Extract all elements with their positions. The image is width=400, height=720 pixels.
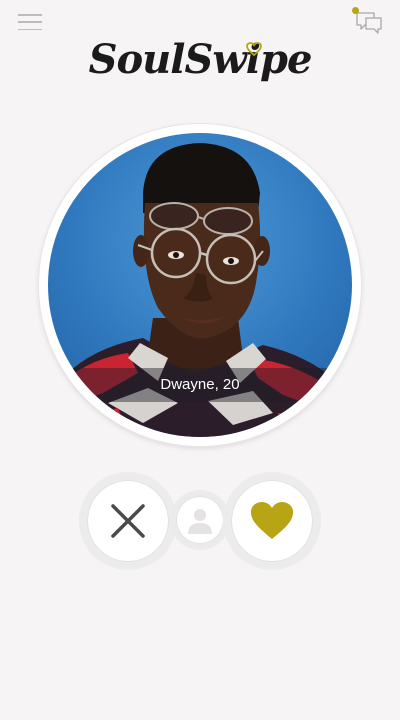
heart-icon xyxy=(251,502,293,539)
app-logo: SoulSwipe xyxy=(88,36,313,83)
reject-button-face xyxy=(87,480,169,562)
profile-name-age: Dwayne, 20 xyxy=(160,376,240,393)
book-icon[interactable] xyxy=(48,133,70,151)
notification-dot xyxy=(352,7,359,14)
menu-line xyxy=(18,28,42,30)
close-icon xyxy=(111,504,145,538)
menu-line xyxy=(18,21,42,23)
reject-button[interactable] xyxy=(79,472,177,570)
profile-card[interactable]: Dwayne, 20 xyxy=(39,124,361,446)
view-profile-button-face xyxy=(176,496,224,544)
logo-heart-icon xyxy=(246,42,262,56)
like-button[interactable] xyxy=(223,472,321,570)
menu-line xyxy=(18,14,42,16)
user-silhouette-icon xyxy=(188,509,212,534)
profile-photo: Dwayne, 20 xyxy=(48,133,352,437)
messages-button[interactable] xyxy=(352,7,384,36)
view-profile-button[interactable] xyxy=(170,490,230,550)
like-button-face xyxy=(231,480,313,562)
menu-button[interactable] xyxy=(18,14,42,30)
